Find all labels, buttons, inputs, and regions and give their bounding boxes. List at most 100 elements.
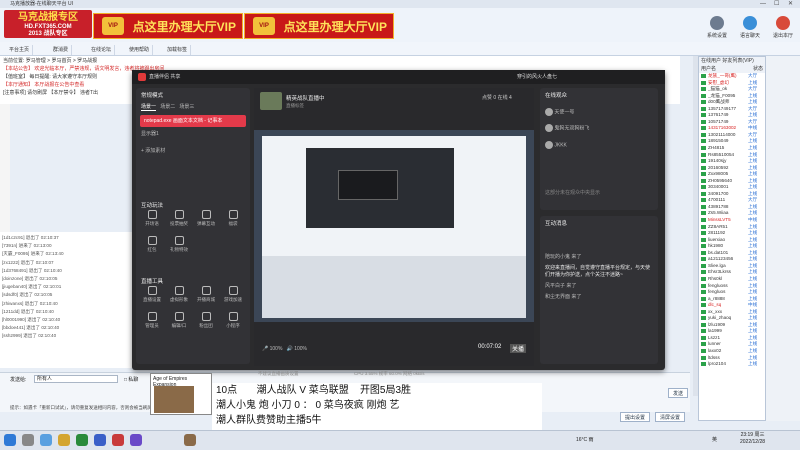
tool-button[interactable]: 直播设置 (140, 286, 164, 303)
user-status-icon (701, 113, 706, 118)
vip-banner-1[interactable]: VIP 点这里办理大厅VIP (93, 13, 243, 39)
start-icon[interactable] (4, 434, 16, 446)
source-item[interactable]: 显示器1 (136, 129, 250, 140)
tab-friends[interactable]: 好友列表(VIP) (722, 58, 753, 64)
clear-button[interactable]: 清屏设置 (655, 412, 685, 422)
scene-mode-title[interactable]: 常规模式 (136, 88, 250, 102)
search-icon[interactable] (22, 434, 34, 446)
volume-controls[interactable]: 🎤 100% 🔊 100% (262, 346, 307, 352)
site-logo[interactable]: 马克战报专区 HD.FXT365.COM 2013 战队专区 (4, 10, 92, 38)
tool-label: 开场语 (145, 221, 159, 226)
tool-button[interactable]: 礼物特效 (167, 236, 191, 253)
tool-label: 虚拟形象 (170, 297, 188, 302)
cpu-status: CPU 3.55% 帧率 60.0% 网络 0kB/s (354, 371, 425, 376)
tool-button[interactable]: 编辑/口 (167, 312, 191, 329)
nav-forum[interactable]: 在线论坛 (88, 45, 116, 55)
browser-icon[interactable] (94, 434, 106, 446)
tool-button[interactable]: 投票抽奖 (167, 210, 191, 227)
recipient-select[interactable]: 所有人 (34, 375, 118, 383)
weather-widget[interactable]: 16°C 雨 (576, 436, 594, 443)
tool-button[interactable]: 虚拟形象 (167, 286, 191, 303)
scene-tab-2[interactable]: 场景二 (160, 104, 175, 110)
end-stream-button[interactable]: 关播 (510, 344, 527, 353)
tool-button[interactable]: 游戏加速 (221, 286, 245, 303)
tool-icon (201, 210, 211, 219)
tab-online-users[interactable]: 在线用户 (701, 58, 721, 64)
stream-preview[interactable] (254, 130, 534, 322)
taskbar-thumbnail[interactable]: Age of Empires Expansion (150, 373, 212, 415)
close-button[interactable]: ✕ (788, 0, 793, 8)
exit-room-button[interactable]: 退出本厅 (770, 16, 796, 39)
user-list[interactable]: 龙族_一哥(鹰) 大厅 安慰_虚幻 上线 _猫猫_ok 大厅 _龙猫_F0095 上线 d00鹰… (699, 73, 765, 368)
private-chat-checkbox[interactable]: □ 私聊 (124, 376, 138, 383)
live-username[interactable]: 穿引的风火人盘七 (517, 70, 557, 84)
tool-button[interactable]: 福袋 (221, 210, 245, 227)
media-icon[interactable] (112, 434, 124, 446)
user-status-icon (701, 132, 706, 137)
chat-log[interactable]: [1d1c2c91] 退出了 02:10:37 [7391n] 进来了 02:1… (0, 232, 132, 368)
nav-group[interactable]: 群消费 (50, 45, 73, 55)
user-row[interactable]: lpro2104 上线 (701, 361, 763, 368)
tool-button[interactable]: 粉丝团 (194, 312, 218, 329)
user-status-icon (701, 303, 706, 308)
user-status-icon (701, 283, 706, 288)
tool-label: 管理员 (145, 323, 159, 328)
user-status-icon (701, 80, 706, 85)
chat-line: [1d3768491] 退出了 02:10:40 (2, 267, 62, 273)
vip-banner-2[interactable]: VIP 点这里办理大厅VIP (244, 13, 394, 39)
logo-top: 马克战报专区 (18, 12, 78, 23)
maximize-button[interactable]: ☐ (774, 0, 779, 8)
likes-count: 点赞 0 (482, 95, 497, 101)
tool-label: 投票抽奖 (170, 221, 188, 226)
user-status-icon (701, 185, 706, 190)
user-status-icon (701, 119, 706, 124)
nav-help[interactable]: 使用帮助 (126, 45, 154, 55)
nav-tabs[interactable]: 加载标签 (164, 45, 192, 55)
tool-button[interactable]: 开场语 (140, 210, 164, 227)
side-tabs[interactable] (0, 104, 10, 232)
tool-button[interactable]: 弹幕互动 (194, 210, 218, 227)
explorer-icon[interactable] (40, 434, 52, 446)
app-icon[interactable] (76, 434, 88, 446)
game-icon[interactable] (184, 434, 196, 446)
clock[interactable]: 23:19 周三 2022/12/28 (740, 432, 765, 446)
language-indicator[interactable]: 英 (712, 436, 717, 443)
nav-home[interactable]: 平台主页 (6, 45, 34, 55)
send-button[interactable]: 发送 (668, 388, 688, 398)
message-item: 陪玩的小鬼 来了 (545, 254, 582, 260)
chat-line: [sdsdf0] 退出了 02:10:05 (2, 292, 53, 298)
stream-name[interactable]: 精英战队直播中 (286, 94, 325, 102)
system-settings-button[interactable]: 系统设置 (704, 16, 730, 39)
col-status[interactable]: 状态 (753, 65, 763, 73)
stream-avatar (260, 92, 282, 110)
viewer-item[interactable]: JKKK (540, 139, 658, 151)
chat-line: [1211dd] 退出了 02:10:40 (2, 308, 54, 314)
viewer-item[interactable]: 天使一号 (540, 106, 658, 118)
vip-banner-2-label: 点这里办理大厅VIP (283, 20, 387, 34)
scene-tab-3[interactable]: 场景三 (179, 104, 194, 110)
user-status-icon (701, 100, 706, 105)
tool-button[interactable]: 管理员 (140, 312, 164, 329)
col-username[interactable]: 用户名 (701, 66, 716, 72)
stream-tag[interactable]: 直播标签 (286, 103, 304, 109)
vip-emblem-icon: VIP (253, 17, 275, 35)
chat-app-icon[interactable] (130, 434, 142, 446)
tool-label: 粉丝团 (199, 323, 213, 328)
viewer-item[interactable]: 鬼狗无双狗粉飞 (540, 122, 658, 134)
tool-button[interactable]: 小程序 (221, 312, 245, 329)
scene-tab-active[interactable]: 场景一 (141, 104, 157, 111)
option-button[interactable]: 提出设置 (620, 412, 650, 422)
clock-time: 23:19 周三 (740, 432, 765, 438)
folder-icon[interactable] (58, 434, 70, 446)
exit-room-label: 退出本厅 (772, 33, 793, 39)
caption-line-1: 10点 潮人战队 V 菜鸟联盟 开图5局3胜 (216, 383, 542, 398)
tool-label: 礼物特效 (170, 247, 188, 252)
tool-button[interactable]: 开播商城 (194, 286, 218, 303)
tool-button[interactable]: 红包 (140, 236, 164, 253)
system-settings-label: 系统设置 (706, 33, 727, 39)
minimize-button[interactable]: — (760, 0, 766, 8)
voice-chat-button[interactable]: 语言聊天 (737, 16, 763, 39)
add-source-button[interactable]: + 添加素材 (136, 146, 250, 157)
user-status-icon (701, 106, 706, 111)
source-item-active[interactable]: notepad.exe 画面文本文档 - 记事本 (140, 115, 246, 127)
